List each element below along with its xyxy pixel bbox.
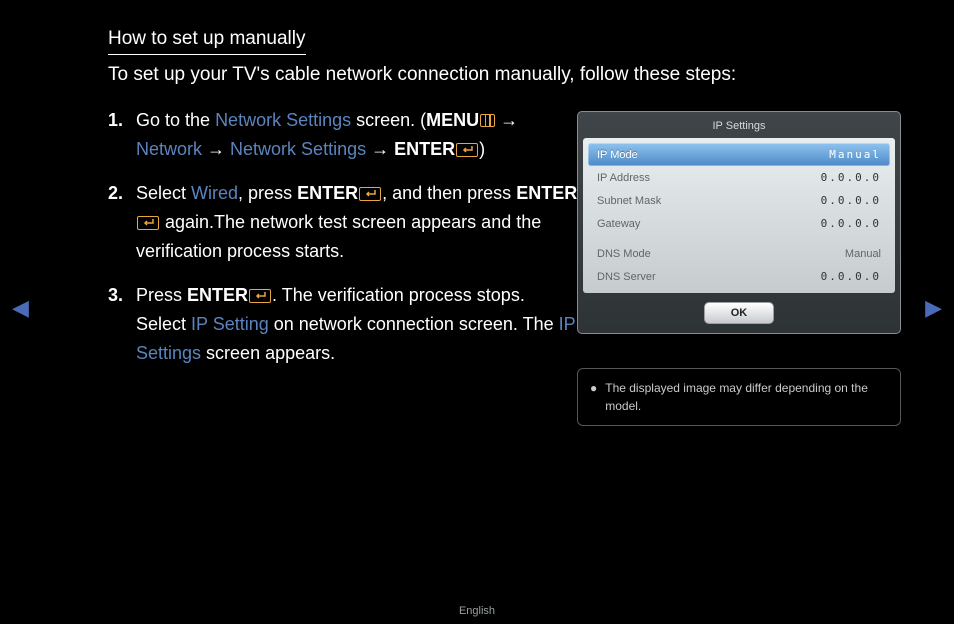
intro-text: To set up your TV's cable network connec… xyxy=(108,64,736,86)
link-ip-setting: IP Setting xyxy=(191,314,269,334)
text: on network connection screen. The xyxy=(269,314,559,334)
steps-list: 1. Go to the Network Settings screen. (M… xyxy=(108,106,578,383)
label-enter: ENTER xyxy=(394,139,455,159)
text: again.The network test screen appears an… xyxy=(136,212,541,261)
row-subnet-mask[interactable]: Subnet Mask 0.0.0.0 xyxy=(588,189,890,212)
enter-icon xyxy=(456,143,478,157)
note-text: The displayed image may differ depending… xyxy=(605,379,888,415)
row-label: Subnet Mask xyxy=(597,195,661,207)
arrow: → xyxy=(495,110,518,130)
ip-settings-panel: IP Settings IP Mode Manual IP Address 0.… xyxy=(577,111,901,334)
text: screen appears. xyxy=(201,343,335,363)
step-3: 3. Press ENTER. The verification process… xyxy=(108,281,578,369)
panel-note: ● The displayed image may differ dependi… xyxy=(577,368,901,426)
panel-body: IP Mode Manual IP Address 0.0.0.0 Subnet… xyxy=(583,138,895,293)
row-dns-server[interactable]: DNS Server 0.0.0.0 xyxy=(588,265,890,288)
row-label: IP Mode xyxy=(597,149,638,161)
row-gateway[interactable]: Gateway 0.0.0.0 xyxy=(588,212,890,235)
step-number: 1. xyxy=(108,106,126,165)
link-wired: Wired xyxy=(191,183,238,203)
text: Press xyxy=(136,285,187,305)
row-dns-mode[interactable]: DNS Mode Manual xyxy=(588,243,890,265)
text: screen. ( xyxy=(351,110,426,130)
label-menu: MENU xyxy=(426,110,479,130)
menu-icon xyxy=(480,114,495,127)
label-enter: ENTER xyxy=(297,183,358,203)
footer-language: English xyxy=(0,605,954,617)
text: Go to the xyxy=(136,110,215,130)
link-network-settings: Network Settings xyxy=(215,110,351,130)
bullet-icon: ● xyxy=(590,379,597,415)
label-enter: ENTER xyxy=(516,183,577,203)
step-body: Press ENTER. The verification process st… xyxy=(136,281,578,369)
text: Select xyxy=(136,183,191,203)
nav-previous[interactable]: ◀ xyxy=(12,295,29,321)
text: ) xyxy=(479,139,485,159)
enter-icon xyxy=(137,216,159,230)
row-label: DNS Mode xyxy=(597,248,651,260)
enter-icon xyxy=(359,187,381,201)
step-body: Select Wired, press ENTER, and then pres… xyxy=(136,179,578,267)
row-value: 0.0.0.0 xyxy=(821,217,881,230)
step-1: 1. Go to the Network Settings screen. (M… xyxy=(108,106,578,165)
row-ip-address[interactable]: IP Address 0.0.0.0 xyxy=(588,166,890,189)
link-network-settings: Network Settings xyxy=(230,139,366,159)
arrow: → xyxy=(202,139,230,159)
separator xyxy=(588,235,890,243)
arrow: → xyxy=(366,139,394,159)
enter-icon xyxy=(249,289,271,303)
panel-title: IP Settings xyxy=(583,117,895,138)
row-value: 0.0.0.0 xyxy=(821,194,881,207)
step-number: 3. xyxy=(108,281,126,369)
ok-row: OK xyxy=(583,302,895,324)
row-value: 0.0.0.0 xyxy=(821,171,881,184)
nav-next[interactable]: ▶ xyxy=(925,295,942,321)
step-body: Go to the Network Settings screen. (MENU… xyxy=(136,106,578,165)
step-number: 2. xyxy=(108,179,126,267)
row-label: IP Address xyxy=(597,172,650,184)
page-title: How to set up manually xyxy=(108,28,306,55)
row-value: Manual xyxy=(845,248,881,260)
label-enter: ENTER xyxy=(187,285,248,305)
ok-button[interactable]: OK xyxy=(704,302,774,324)
link-network: Network xyxy=(136,139,202,159)
row-label: Gateway xyxy=(597,218,640,230)
row-ip-mode[interactable]: IP Mode Manual xyxy=(588,143,890,166)
row-value: Manual xyxy=(829,148,881,161)
row-value: 0.0.0.0 xyxy=(821,270,881,283)
text: , press xyxy=(238,183,297,203)
row-label: DNS Server xyxy=(597,271,656,283)
step-2: 2. Select Wired, press ENTER, and then p… xyxy=(108,179,578,267)
text: , and then press xyxy=(382,183,516,203)
